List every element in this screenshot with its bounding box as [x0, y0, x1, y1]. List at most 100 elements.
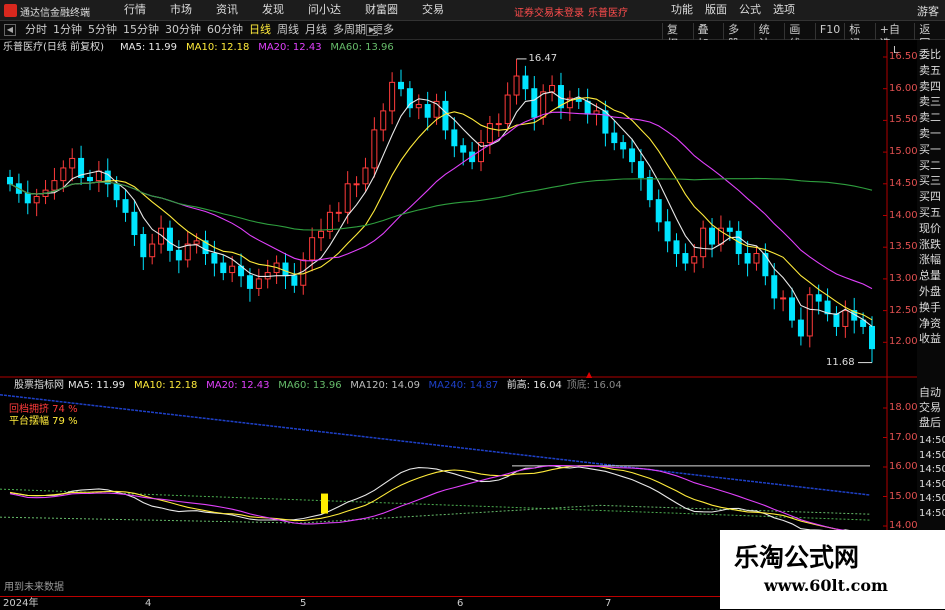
sub-ma-label: 前高: 16.04 — [506, 380, 562, 391]
sub-price-label: 17.00 — [889, 431, 918, 443]
watermark-url: www.60lt.com — [764, 576, 888, 595]
period-tab-8[interactable]: 月线 — [302, 23, 330, 37]
sub-price-label: 16.00 — [889, 461, 918, 472]
sub-panel: ▲ — [0, 370, 887, 536]
period-tab-4[interactable]: 30分钟 — [162, 23, 204, 37]
order-book-item: 总量 — [919, 269, 941, 283]
right-menu-item-3[interactable]: 选项 — [767, 3, 801, 17]
divider-marker-icon: ▲ — [586, 370, 593, 379]
order-book-item: 买四 — [919, 190, 941, 204]
price-axis-label: 13.50 — [889, 241, 918, 253]
sub-ma-label: MA120: 14.09 — [350, 380, 421, 391]
order-book-item: 买三 — [919, 174, 941, 188]
period-tab-7[interactable]: 周线 — [274, 23, 302, 37]
time-axis-label: 7 — [605, 598, 612, 609]
main-panel-bg — [0, 40, 917, 377]
time-axis-label: 4 — [145, 598, 152, 609]
period-tab-5[interactable]: 60分钟 — [204, 23, 246, 37]
order-book-item: 外盘 — [919, 285, 941, 298]
price-axis-label: 14.50 — [889, 177, 918, 189]
time-axis-label: 6 — [457, 598, 464, 609]
high-label: 16.47 — [528, 52, 558, 64]
app-logo-icon — [4, 4, 17, 17]
time-axis-label: 5 — [300, 598, 307, 609]
sub-panel-item: 14:50 — [919, 507, 945, 519]
sub-ma-label: 顶底: 16.04 — [566, 380, 622, 391]
sub-panel-item: 14:50 — [919, 464, 945, 475]
forward-arrow-icon[interactable]: ▶ — [366, 24, 378, 36]
order-book-item: 卖五 — [919, 63, 941, 77]
period-tab-2[interactable]: 5分钟 — [85, 23, 120, 37]
chart-area[interactable]: ▲ — [0, 40, 917, 596]
sub-panel-item: 14:50 — [919, 478, 945, 490]
period-tab-0[interactable]: 分时 — [22, 23, 50, 37]
swing-text: 平台摆幅 79 % — [9, 416, 78, 427]
sub-panel-item: 14:50 — [919, 435, 945, 446]
price-axis-label: 12.00 — [889, 336, 918, 348]
order-book-item: 现价 — [919, 221, 941, 235]
menu-item-3[interactable]: 发现 — [250, 3, 296, 17]
right-menu-item-2[interactable]: 公式 — [733, 3, 767, 17]
price-axis-label: 15.50 — [889, 114, 918, 126]
watermark-title: 乐淘公式网 — [734, 543, 860, 572]
menu-item-5[interactable]: 财富圈 — [353, 3, 410, 17]
sub-price-label: 15.00 — [889, 490, 918, 502]
signal-bar — [321, 493, 328, 514]
period-tab-3[interactable]: 15分钟 — [120, 23, 162, 37]
right-menu-item-1[interactable]: 版面 — [699, 3, 733, 17]
order-book-item: 换手 — [919, 300, 941, 314]
main-ma-label: MA60: 13.96 — [330, 42, 394, 53]
main-ma-label: MA20: 12.43 — [258, 42, 322, 53]
guest-button[interactable]: 游客 — [917, 3, 939, 19]
sub-panel-title: 股票指标网 — [14, 380, 64, 391]
order-book-item: 涨幅 — [919, 253, 941, 267]
period-tabs: 分时 1分钟 5分钟 15分钟 30分钟 60分钟 日线 周线 月线 多周期 更多 — [22, 23, 397, 37]
period-tab-6[interactable]: 日线 — [246, 23, 274, 37]
order-book-item: 涨跌 — [919, 237, 941, 251]
order-book-item: 买一 — [919, 142, 941, 156]
time-axis-label: 2024年 — [3, 598, 39, 609]
title-bar: 通达信金融终端 行情 市场 资讯 发现 问小达 财富圈 交易 证券交易未登录 乐普医疗 功能… — [0, 0, 945, 21]
sub-ma-label: MA5: 11.99 — [68, 380, 126, 391]
menu-item-1[interactable]: 市场 — [158, 3, 204, 17]
stock-title: 乐普医疗 — [588, 8, 628, 19]
future-data-note: 用到未来数据 — [4, 582, 64, 593]
order-book-item: 卖四 — [919, 79, 941, 93]
osc-white-line — [9, 464, 873, 536]
menu-item-0[interactable]: 行情 — [112, 3, 158, 17]
sub-ma-label: MA60: 13.96 — [278, 380, 342, 391]
sub-panel-item: 盘后 — [919, 416, 941, 429]
price-axis-label: 16.00 — [889, 82, 918, 94]
order-book-panel: 委比卖五卖四卖三卖二卖一买一买二买三买四买五现价涨跌涨幅总量外盘换手净资收益自动… — [917, 40, 945, 609]
order-book-item: 买二 — [919, 158, 941, 172]
order-book-item: 卖三 — [919, 95, 941, 109]
order-book-item: 净资 — [919, 316, 941, 330]
sub-panel-item: 交易 — [919, 401, 941, 414]
sub-ma-label: MA240: 14.87 — [428, 380, 499, 391]
period-tab-9[interactable]: 多周期 — [330, 23, 369, 37]
right-menu: 功能 版面 公式 选项 — [665, 3, 801, 17]
scale-mark: L — [893, 45, 899, 56]
menu-item-4[interactable]: 问小达 — [296, 3, 353, 17]
sub-panel-item: 自动 — [919, 386, 941, 399]
menu-item-2[interactable]: 资讯 — [204, 3, 250, 17]
right-menu-item-0[interactable]: 功能 — [665, 3, 699, 17]
back-arrow-icon[interactable]: ◀ — [4, 24, 16, 36]
order-book-item: 卖二 — [919, 111, 941, 125]
main-panel-title: 乐普医疗(日线 前复权) — [3, 42, 104, 53]
price-axis-label: 14.00 — [889, 209, 918, 221]
sub-ma-label: MA20: 12.43 — [206, 380, 270, 391]
login-warning[interactable]: 证券交易未登录 — [514, 4, 584, 19]
sub-panel-item: 14:50 — [919, 493, 945, 504]
dotted-line-b — [0, 504, 871, 524]
order-book-item: 卖一 — [919, 127, 941, 140]
menu-item-6[interactable]: 交易 — [410, 3, 456, 17]
order-book-item: 收益 — [919, 332, 941, 346]
period-toolbar: ◀ 分时1分钟5分钟15分钟30分钟60分钟日线周线月线多周期更多 ▶ 复权叠加… — [0, 21, 945, 51]
watermark: 乐淘公式网 www.60lt.com — [720, 530, 945, 609]
order-book-item: 委比 — [919, 48, 941, 61]
price-axis-label: 13.00 — [889, 272, 918, 284]
order-book-item: 买五 — [919, 206, 941, 219]
period-tab-1[interactable]: 1分钟 — [50, 23, 85, 37]
main-ma-label: MA5: 11.99 — [120, 42, 178, 53]
